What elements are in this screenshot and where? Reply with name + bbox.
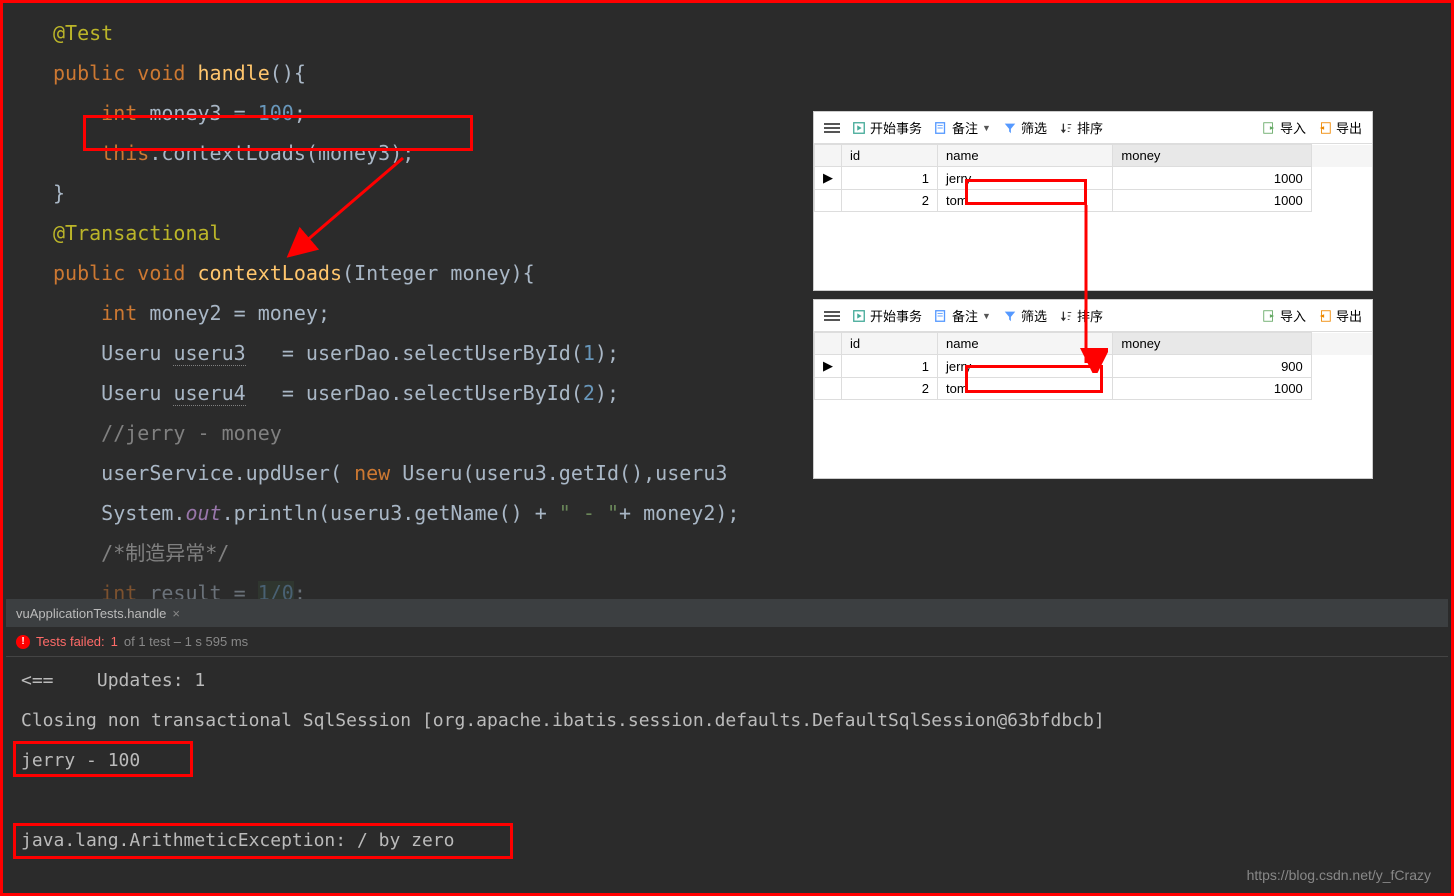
table-row[interactable]: 2 tom 1000 [815,190,1372,212]
db-toolbar: 开始事务 备注 ▼ 筛选 排序 导入 导出 [814,300,1372,332]
export-button[interactable]: 导出 [1318,118,1362,137]
start-transaction-button[interactable]: 开始事务 [852,306,922,325]
highlight-box-jerry-output [13,741,193,777]
fail-icon: ! [16,635,30,649]
export-button[interactable]: 导出 [1318,306,1362,325]
col-money[interactable]: money [1113,333,1311,355]
filter-button[interactable]: 筛选 [1003,306,1047,325]
col-id[interactable]: id [842,333,938,355]
tab-name[interactable]: vuApplicationTests.handle [16,606,166,621]
run-tab-bar: vuApplicationTests.handle × [6,599,1448,627]
hamburger-icon[interactable] [824,309,840,323]
tests-failed-label: Tests failed: [36,634,105,649]
col-money[interactable]: money [1113,145,1311,167]
db-panel-before: 开始事务 备注 ▼ 筛选 排序 导入 导出 id name money ▶ 1 … [813,111,1373,291]
tests-failed-detail: of 1 test – 1 s 595 ms [124,634,248,649]
highlight-box-contextloads-call [83,115,473,151]
db-toolbar: 开始事务 备注 ▼ 筛选 排序 导入 导出 [814,112,1372,144]
dropdown-arrow-icon: ▼ [982,311,991,321]
start-transaction-button[interactable]: 开始事务 [852,118,922,137]
import-button[interactable]: 导入 [1262,118,1306,137]
annotation-test: @Test [53,21,113,45]
highlight-box-exception [13,823,513,859]
import-button[interactable]: 导入 [1262,306,1306,325]
dropdown-arrow-icon: ▼ [982,123,991,133]
test-status-bar: ! Tests failed: 1 of 1 test – 1 s 595 ms [6,627,1448,657]
annotation-transactional: @Transactional [53,221,222,245]
close-icon[interactable]: × [172,606,180,621]
remark-button[interactable]: 备注 ▼ [934,306,991,325]
console-line: <== Updates: 1 [21,661,1433,701]
hamburger-icon[interactable] [824,121,840,135]
col-id[interactable]: id [842,145,938,167]
sort-button[interactable]: 排序 [1059,118,1103,137]
table-row[interactable]: ▶ 1 jerry 1000 [815,167,1372,190]
highlight-box-money-1000 [965,179,1087,205]
db-table-before[interactable]: id name money ▶ 1 jerry 1000 2 tom 1000 [814,144,1372,212]
filter-button[interactable]: 筛选 [1003,118,1047,137]
row-indicator-icon: ▶ [815,167,842,190]
watermark: https://blog.csdn.net/y_fCrazy [1247,867,1431,883]
sort-button[interactable]: 排序 [1059,306,1103,325]
remark-button[interactable]: 备注 ▼ [934,118,991,137]
console-line: Closing non transactional SqlSession [or… [21,701,1433,741]
col-name[interactable]: name [938,145,1113,167]
console-line: jerry - 100 [21,741,1433,781]
col-name[interactable]: name [938,333,1113,355]
row-indicator-icon: ▶ [815,355,842,378]
tests-failed-count: 1 [111,634,118,649]
highlight-box-money-900 [965,365,1103,393]
